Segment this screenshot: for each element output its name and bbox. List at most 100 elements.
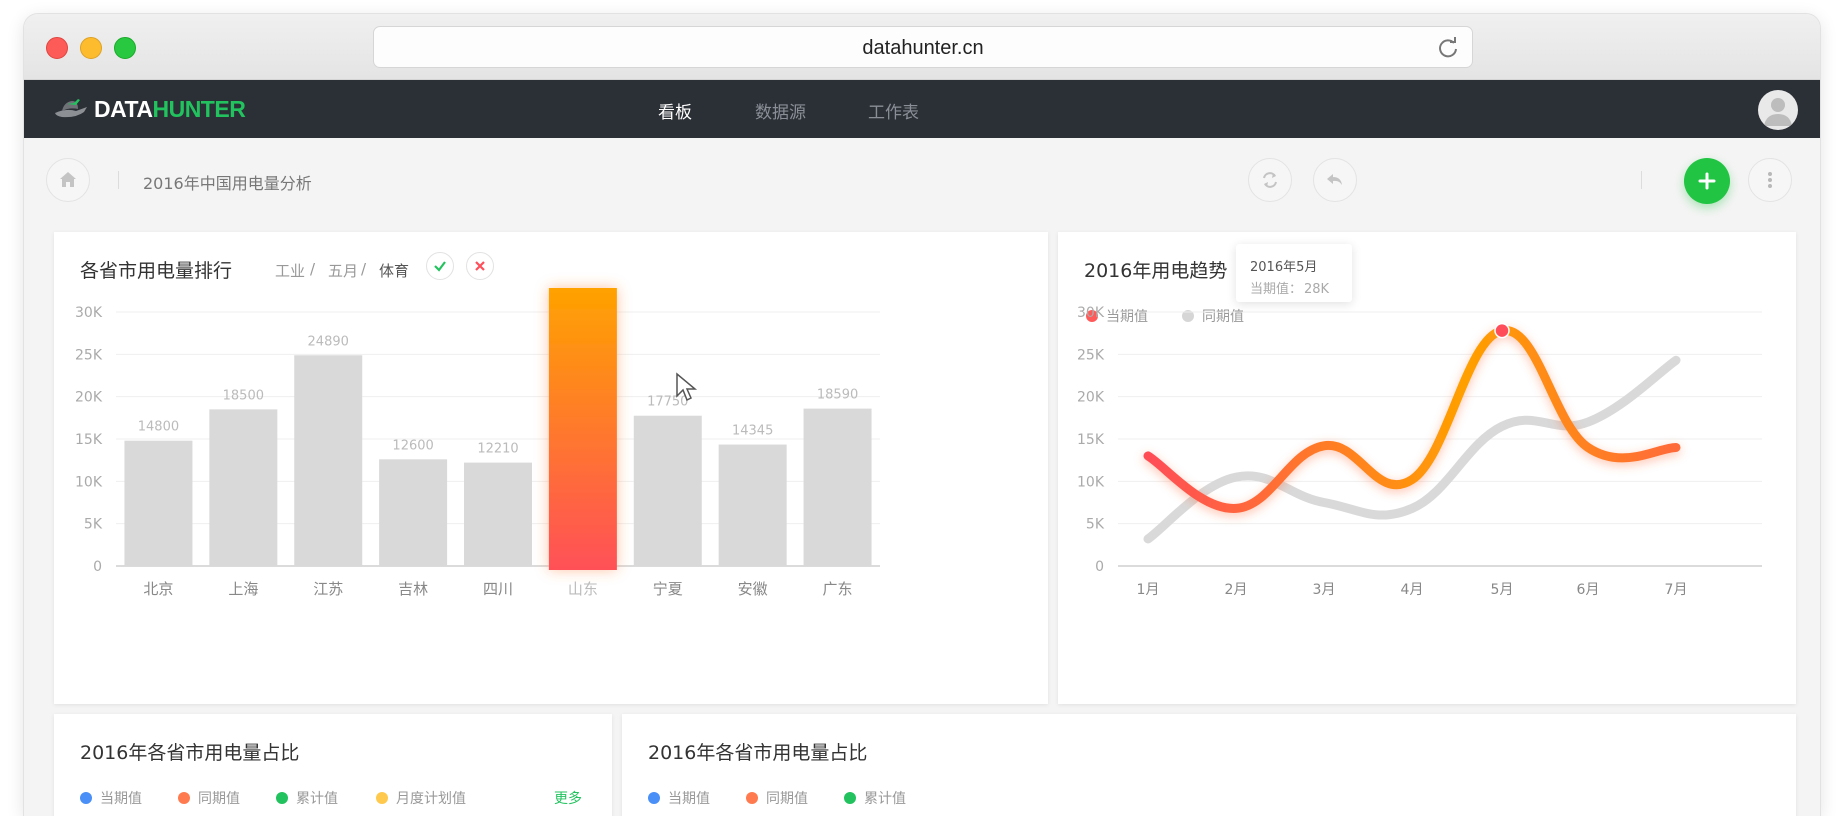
legend-item[interactable]: 累计值	[844, 788, 906, 808]
x-category-label: 3月	[1313, 582, 1336, 598]
user-avatar[interactable]	[1758, 90, 1798, 130]
maximize-window-button[interactable]	[114, 37, 136, 59]
x-category-label: 6月	[1577, 582, 1600, 598]
highlight-point	[1494, 322, 1510, 339]
highlighted-bar	[548, 288, 617, 570]
legend-item[interactable]: 同期值	[746, 788, 808, 808]
logo-text-hunter: HUNTER	[152, 95, 246, 122]
nav-item-worksheet[interactable]: 工作表	[868, 98, 919, 123]
logo[interactable]: DATAHUNTER	[54, 94, 246, 124]
x-category-label: 北京	[143, 580, 173, 598]
more-link[interactable]: 更多	[554, 788, 582, 808]
legend-dot	[276, 792, 288, 804]
x-category-label: 7月	[1665, 582, 1688, 598]
y-tick-label: 0	[1095, 559, 1104, 575]
legend-item[interactable]: 同期值	[178, 788, 240, 808]
bar	[803, 408, 872, 566]
x-category-label: 宁夏	[653, 580, 683, 598]
home-icon	[60, 172, 76, 187]
x-category-label: 2月	[1225, 582, 1248, 598]
y-tick-label: 25K	[1077, 347, 1105, 363]
legend-label: 累计值	[864, 791, 906, 807]
x-category-label: 四川	[483, 580, 513, 598]
bar-value-label: 18590	[817, 388, 858, 403]
dashboard-toolbar: 2016年中国用电量分析	[24, 138, 1820, 218]
reload-icon[interactable]	[1434, 34, 1462, 62]
legend-label: 月度计划值	[396, 791, 466, 807]
y-tick-label: 20K	[1077, 390, 1105, 406]
nav-item-dashboard[interactable]: 看板	[658, 98, 692, 123]
browser-window: datahunter.cn DATAHUNTER 看板 数据源 工作表 2016…	[24, 14, 1820, 816]
province-bar-chart: 0 5K 10K 15K 20K 25K 30K 14800 北京 18500 上海 24890 江苏 1…	[75, 288, 880, 598]
minimize-window-button[interactable]	[80, 37, 102, 59]
undo-icon	[1327, 174, 1342, 185]
address-bar[interactable]: datahunter.cn	[373, 26, 1473, 68]
legend-dot	[376, 792, 388, 804]
y-tick-label: 30K	[75, 305, 103, 321]
bar-value-label: 12210	[477, 442, 518, 457]
y-tick-label: 10K	[1077, 474, 1105, 490]
plus-icon	[1698, 172, 1716, 190]
legend-label: 同期值	[198, 791, 240, 807]
bar-value-label: 18500	[223, 388, 264, 403]
x-category-label: 山东	[568, 580, 598, 598]
x-category-label: 5月	[1491, 582, 1514, 598]
x-category-label: 上海	[228, 580, 258, 598]
refresh-icon	[1263, 172, 1277, 188]
top-navbar: DATAHUNTER 看板 数据源 工作表	[24, 80, 1820, 138]
legend-dot	[648, 792, 660, 804]
legend-item[interactable]: 累计值	[276, 788, 338, 808]
bar-value-label: 24890	[308, 334, 349, 349]
legend-item[interactable]: 当期值	[80, 788, 142, 808]
tooltip-value: 当期值： 28K	[1250, 278, 1329, 297]
legend-label: 当期值	[668, 791, 710, 807]
bar	[124, 440, 193, 566]
y-tick-label: 15K	[75, 432, 103, 448]
close-window-button[interactable]	[46, 37, 68, 59]
legend-label: 累计值	[296, 791, 338, 807]
y-tick-label: 25K	[75, 347, 103, 363]
y-tick-label: 15K	[1077, 432, 1105, 448]
tooltip-title: 2016年5月	[1250, 260, 1318, 275]
logo-text-data: DATA	[94, 95, 153, 122]
x-category-label: 吉林	[398, 580, 428, 598]
tooltip-series-value: 28K	[1304, 282, 1330, 297]
y-tick-label: 0	[93, 559, 102, 575]
bar	[209, 409, 278, 566]
tooltip-series-label: 当期值：	[1250, 282, 1303, 297]
x-category-label: 江苏	[313, 580, 343, 598]
bar-value-label: 14800	[138, 420, 179, 435]
bar-value-label: 14345	[732, 424, 773, 439]
nav-item-datasource[interactable]: 数据源	[755, 98, 806, 123]
toolbar-divider	[1641, 171, 1642, 189]
breadcrumb-divider	[118, 171, 119, 189]
legend-label: 同期值	[766, 791, 808, 807]
bar	[464, 462, 532, 566]
undo-button[interactable]	[1313, 158, 1357, 202]
y-tick-label: 10K	[75, 474, 103, 490]
bar	[718, 444, 787, 566]
more-options-button[interactable]	[1748, 158, 1792, 202]
refresh-button[interactable]	[1248, 158, 1292, 202]
add-chart-button[interactable]	[1684, 158, 1730, 204]
trend-card: 2016年用电趋势 当期值 同期值 0 5K 10K 15K 20K 25K 30K 1月 2月…	[1058, 232, 1796, 704]
legend-dot	[746, 792, 758, 804]
x-category-label: 安徽	[738, 580, 768, 598]
legend-dot	[178, 792, 190, 804]
x-category-label: 广东	[823, 580, 853, 598]
share-card-right: 2016年各省市用电量占比 当期值 同期值 累计值	[622, 714, 1796, 816]
user-icon	[1764, 98, 1792, 126]
vertical-dots-icon	[1768, 172, 1772, 188]
bar	[294, 355, 363, 566]
legend-item[interactable]: 当期值	[648, 788, 710, 808]
home-button[interactable]	[46, 158, 90, 202]
y-tick-label: 5K	[84, 517, 103, 533]
trend-line-chart: 0 5K 10K 15K 20K 25K 30K 1月 2月 3月 4月 5月 6月 7月	[1077, 305, 1762, 598]
mouse-cursor-icon	[676, 372, 698, 402]
bar-value-label: 12600	[392, 438, 433, 453]
bar	[379, 459, 448, 566]
legend-item[interactable]: 月度计划值	[376, 788, 466, 808]
x-category-label: 4月	[1401, 582, 1424, 598]
province-ranking-card: 各省市用电量排行 工业 / 五月 / 体育 0 5K 10K 15K 20K 25K 30K…	[54, 232, 1048, 704]
x-category-label: 1月	[1137, 582, 1160, 598]
